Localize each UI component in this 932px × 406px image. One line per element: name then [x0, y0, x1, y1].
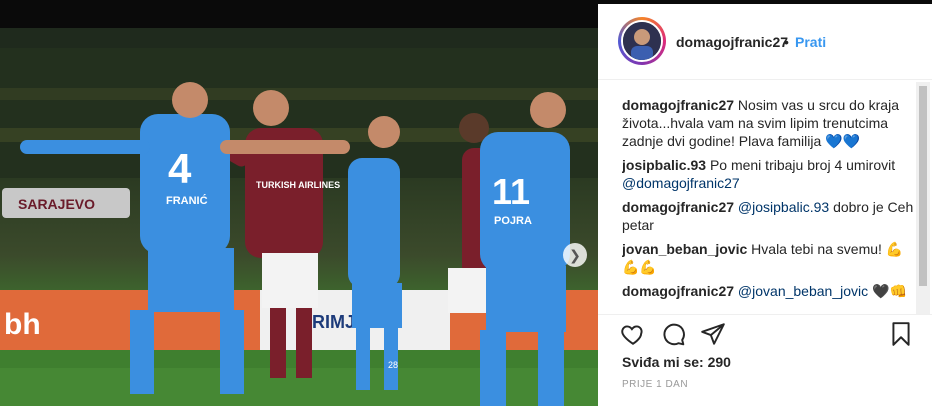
heart-fist-emoji: 🖤👊 [872, 283, 907, 299]
post-photo[interactable]: SARAJEVO bh PRIMJE TURKISH AIRLINES 28 4… [0, 28, 598, 406]
post-header: domagojfranic27 • Prati [598, 4, 932, 80]
svg-text:11: 11 [492, 171, 530, 212]
comment-username[interactable]: domagojfranic27 [622, 283, 734, 299]
blue-heart-emoji: 💙💙 [825, 133, 860, 149]
carousel-next-button[interactable]: ❯ [563, 243, 587, 267]
comment-text: Po meni tribaju broj 4 umirovit [709, 157, 896, 173]
share-icon[interactable] [700, 321, 726, 347]
comment-mention[interactable]: @domagojfranic27 [622, 175, 740, 191]
avatar[interactable] [621, 20, 663, 62]
list-item: jovan_beban_jovic Hvala tebi na svemu! 💪… [622, 240, 914, 276]
comments-list[interactable]: domagojfranic27 Nosim vas u srcu do kraj… [622, 96, 914, 310]
svg-text:28: 28 [388, 360, 398, 370]
comment-username[interactable]: jovan_beban_jovic [622, 241, 747, 257]
list-item: domagojfranic27 @jovan_beban_jovic 🖤👊 [622, 282, 914, 300]
svg-text:4: 4 [168, 145, 192, 192]
post-actions [598, 314, 932, 350]
comment-text: Hvala tebi na svemu! [751, 241, 882, 257]
photo-top-bar [0, 0, 598, 28]
comments-scrollbar[interactable] [916, 82, 930, 314]
comment-mention[interactable]: @jovan_beban_jovic [738, 283, 868, 299]
scrollbar-thumb[interactable] [919, 86, 927, 286]
list-item: domagojfranic27 Nosim vas u srcu do kraj… [622, 96, 914, 150]
post-side-panel: domagojfranic27 • Prati domagojfranic27 … [598, 0, 932, 406]
separator-dot: • [784, 34, 789, 50]
comment-mention[interactable]: @josipbalic.93 [738, 199, 829, 215]
comment-icon[interactable] [660, 321, 686, 347]
likes-count[interactable]: Sviđa mi se: 290 [622, 354, 731, 370]
svg-text:TURKISH AIRLINES: TURKISH AIRLINES [256, 180, 340, 190]
comment-username[interactable]: domagojfranic27 [622, 199, 734, 215]
comment-username[interactable]: domagojfranic27 [622, 97, 734, 113]
football-scene: SARAJEVO bh PRIMJE TURKISH AIRLINES 28 4… [0, 28, 598, 406]
comment-username[interactable]: josipbalic.93 [622, 157, 706, 173]
list-item: josipbalic.93 Po meni tribaju broj 4 umi… [622, 156, 914, 192]
heart-icon[interactable] [620, 321, 646, 347]
follow-button[interactable]: Prati [795, 34, 826, 50]
svg-text:FRANIĆ: FRANIĆ [166, 194, 208, 207]
bookmark-icon[interactable] [888, 321, 914, 347]
svg-text:bh: bh [4, 308, 41, 341]
post-username[interactable]: domagojfranic27 [676, 34, 788, 50]
list-item: domagojfranic27 @josipbalic.93 dobro je … [622, 198, 914, 234]
avatar-ring[interactable] [618, 17, 666, 65]
svg-text:SARAJEVO: SARAJEVO [18, 196, 95, 212]
chevron-right-icon: ❯ [569, 246, 581, 263]
svg-text:POJRA: POJRA [494, 215, 532, 227]
post-timestamp[interactable]: PRIJE 1 DAN [622, 379, 688, 390]
